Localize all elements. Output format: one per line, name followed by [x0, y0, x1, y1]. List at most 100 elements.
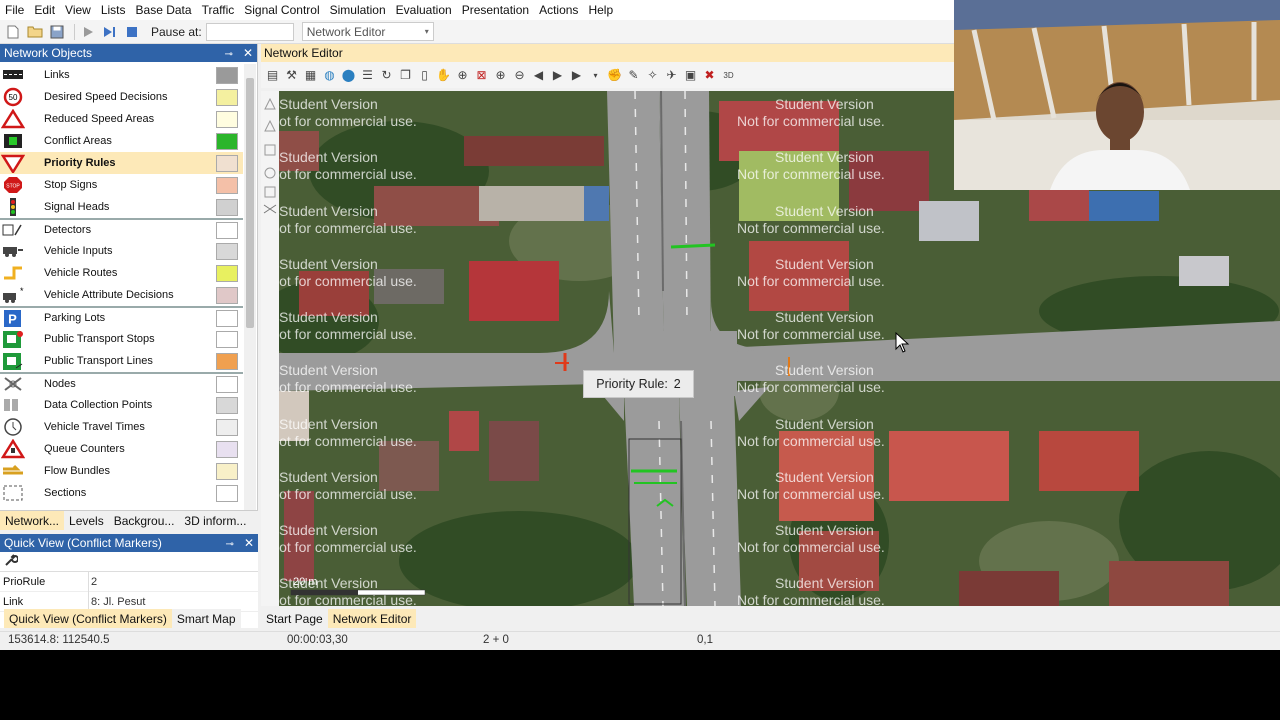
- visibility-swatch[interactable]: [216, 176, 238, 194]
- menu-base-data[interactable]: Base Data: [131, 0, 197, 20]
- network-object-row[interactable]: Signal Heads: [0, 196, 243, 218]
- object-list-scrollbar[interactable]: [244, 64, 256, 510]
- rotate-icon[interactable]: ↻: [377, 66, 396, 85]
- visibility-swatch[interactable]: [216, 110, 238, 128]
- dropdown-arrow-icon[interactable]: ▾: [586, 66, 605, 85]
- menu-simulation[interactable]: Simulation: [325, 0, 391, 20]
- menu-traffic[interactable]: Traffic: [197, 0, 240, 20]
- network-object-row[interactable]: Flow Bundles: [0, 460, 243, 482]
- list-icon[interactable]: ☰: [358, 66, 377, 85]
- tab-start-page[interactable]: Start Page: [261, 609, 328, 628]
- scrollbar-thumb[interactable]: [246, 78, 254, 328]
- pin-icon[interactable]: ⊸: [225, 49, 233, 60]
- grab-hand-icon[interactable]: ✊: [605, 66, 624, 85]
- visibility-swatch[interactable]: [216, 440, 238, 458]
- network-object-row[interactable]: 50 Desired Speed Decisions: [0, 86, 243, 108]
- tab-network-objects[interactable]: Network...: [0, 511, 65, 530]
- tab-quick-view[interactable]: Quick View (Conflict Markers): [4, 609, 172, 628]
- menu-presentation[interactable]: Presentation: [457, 0, 534, 20]
- visibility-swatch[interactable]: [216, 330, 238, 348]
- network-object-row[interactable]: Vehicle Travel Times: [0, 416, 243, 438]
- visibility-swatch[interactable]: [216, 396, 238, 414]
- visibility-swatch[interactable]: [216, 198, 238, 216]
- visibility-swatch[interactable]: [216, 375, 238, 393]
- menu-evaluation[interactable]: Evaluation: [391, 0, 457, 20]
- measure-icon[interactable]: ✎: [624, 66, 643, 85]
- wrench-icon[interactable]: ⚒: [282, 66, 301, 85]
- quick-view-value[interactable]: 2: [88, 571, 258, 592]
- visibility-swatch[interactable]: [216, 88, 238, 106]
- visibility-swatch[interactable]: [216, 309, 238, 327]
- visibility-swatch[interactable]: [216, 418, 238, 436]
- zoom-extent-icon[interactable]: ⊠: [472, 66, 491, 85]
- close-icon[interactable]: ✕: [243, 46, 253, 60]
- menu-view[interactable]: View: [60, 0, 96, 20]
- tab-levels[interactable]: Levels: [64, 511, 109, 530]
- menu-lists[interactable]: Lists: [96, 0, 131, 20]
- 3d-mode-icon[interactable]: 3D: [719, 66, 738, 85]
- side-tool-icon[interactable]: [263, 204, 277, 214]
- network-object-row[interactable]: * Vehicle Attribute Decisions: [0, 284, 243, 306]
- visibility-swatch[interactable]: [216, 66, 238, 84]
- visibility-swatch[interactable]: [216, 132, 238, 150]
- stop-icon[interactable]: [123, 23, 141, 41]
- network-object-row[interactable]: Public Transport Stops: [0, 328, 243, 350]
- menu-actions[interactable]: Actions: [534, 0, 583, 20]
- screenshot-icon[interactable]: ▣: [681, 66, 700, 85]
- close-icon[interactable]: ✕: [244, 536, 254, 550]
- simulation-off-icon[interactable]: ✖: [700, 66, 719, 85]
- zoom-in-icon[interactable]: ⊕: [491, 66, 510, 85]
- network-object-row[interactable]: Vehicle Inputs: [0, 240, 243, 262]
- tab-3d-information[interactable]: 3D inform...: [179, 511, 251, 530]
- view-select[interactable]: Network Editor ▾: [301, 22, 434, 41]
- network-object-row[interactable]: Queue Counters: [0, 438, 243, 460]
- map-pin-icon[interactable]: ⬤: [339, 66, 358, 85]
- airplane-icon[interactable]: ✈: [662, 66, 681, 85]
- clipboard-icon[interactable]: ▯: [415, 66, 434, 85]
- tab-network-editor[interactable]: Network Editor: [327, 609, 417, 628]
- side-tool-icon[interactable]: [264, 119, 276, 132]
- network-object-row[interactable]: Priority Rules: [0, 152, 243, 174]
- network-object-row[interactable]: Links: [0, 64, 243, 86]
- visibility-swatch[interactable]: [216, 462, 238, 480]
- network-object-row[interactable]: Sections: [0, 482, 243, 504]
- new-file-icon[interactable]: [4, 23, 22, 41]
- network-object-row[interactable]: Conflict Areas: [0, 130, 243, 152]
- visibility-swatch[interactable]: [216, 484, 238, 502]
- visibility-swatch[interactable]: [216, 352, 238, 370]
- network-object-row[interactable]: Reduced Speed Areas: [0, 108, 243, 130]
- tab-smart-map[interactable]: Smart Map: [172, 609, 241, 628]
- side-tool-icon[interactable]: [264, 186, 276, 198]
- wrench-icon[interactable]: [4, 553, 19, 570]
- wand-icon[interactable]: ✧: [643, 66, 662, 85]
- globe-icon[interactable]: ◍: [320, 66, 339, 85]
- side-tool-icon[interactable]: [264, 144, 276, 156]
- network-grid-icon[interactable]: ▦: [301, 66, 320, 85]
- play-icon[interactable]: [79, 23, 97, 41]
- step-icon[interactable]: [101, 23, 119, 41]
- network-object-row[interactable]: Public Transport Lines: [0, 350, 243, 372]
- back-arrow-icon[interactable]: ◀: [529, 66, 548, 85]
- side-tool-icon[interactable]: [264, 167, 276, 179]
- menu-signal-control[interactable]: Signal Control: [239, 0, 324, 20]
- open-folder-icon[interactable]: [26, 23, 44, 41]
- network-object-row[interactable]: Vehicle Routes: [0, 262, 243, 284]
- menu-help[interactable]: Help: [583, 0, 618, 20]
- save-icon[interactable]: [48, 23, 66, 41]
- pan-hand-icon[interactable]: ✋: [434, 66, 453, 85]
- menu-file[interactable]: File: [0, 0, 29, 20]
- forward-arrow-icon[interactable]: ▶: [548, 66, 567, 85]
- tab-backgrounds[interactable]: Backgrou...: [109, 511, 180, 530]
- visibility-swatch[interactable]: [216, 221, 238, 239]
- zoom-fit-icon[interactable]: ⊕: [453, 66, 472, 85]
- camera-position-icon[interactable]: ▶: [567, 66, 586, 85]
- menu-edit[interactable]: Edit: [29, 0, 60, 20]
- visibility-swatch[interactable]: [216, 286, 238, 304]
- network-object-row[interactable]: P Parking Lots: [0, 306, 243, 328]
- visibility-swatch[interactable]: [216, 242, 238, 260]
- side-tool-icon[interactable]: [264, 97, 276, 110]
- visibility-swatch[interactable]: [216, 154, 238, 172]
- copy-icon[interactable]: ❐: [396, 66, 415, 85]
- network-object-row[interactable]: Detectors: [0, 218, 243, 240]
- pin-icon[interactable]: ⊸: [226, 539, 234, 550]
